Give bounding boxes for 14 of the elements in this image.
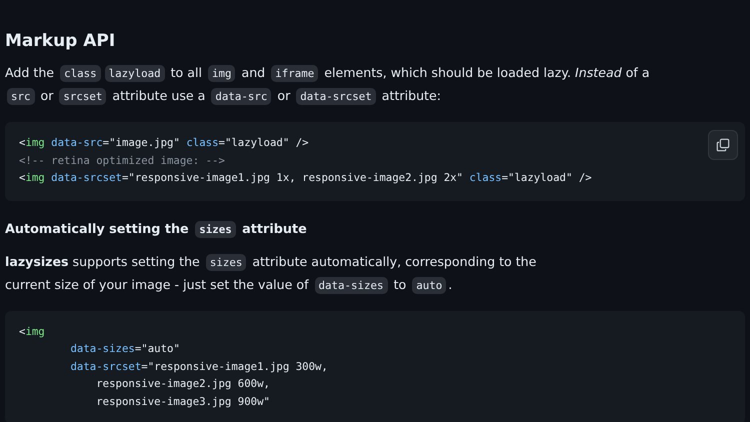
code-line: data-sizes="auto" xyxy=(69,341,180,357)
copy-button[interactable] xyxy=(708,130,738,160)
body-paragraph: Add the class lazyload to all img and iframe elements, which should be loaded lazy. Instead of a src or srcset attribute use a data-src or data-srcset attribute: xyxy=(5,64,651,107)
code-line: <img data-srcset="responsive-image1.jpg 1x, responsive-image2.jpg 2x" class="lazyload" /> xyxy=(19,170,592,186)
copy-icon xyxy=(716,138,730,152)
section-heading: Automatically setting the sizes attribute xyxy=(5,220,308,240)
code-line: <!-- retina optimized image: --> xyxy=(19,152,225,168)
code-line: data-srcset="responsive-image1.jpg 300w, xyxy=(69,358,328,374)
code-line: responsive-image2.jpg 600w, xyxy=(95,376,270,392)
body-paragraph: lazysizes supports setting the sizes attribute automatically, corresponding to the current size of your image - just set the value of data-sizes to auto . xyxy=(5,252,538,296)
code-line: <img xyxy=(19,324,45,340)
section-heading: Markup API xyxy=(5,30,116,53)
code-line: <img data-src="image.jpg" class="lazyload" /> xyxy=(19,135,309,151)
code-line: responsive-image3.jpg 900w" xyxy=(95,394,270,410)
